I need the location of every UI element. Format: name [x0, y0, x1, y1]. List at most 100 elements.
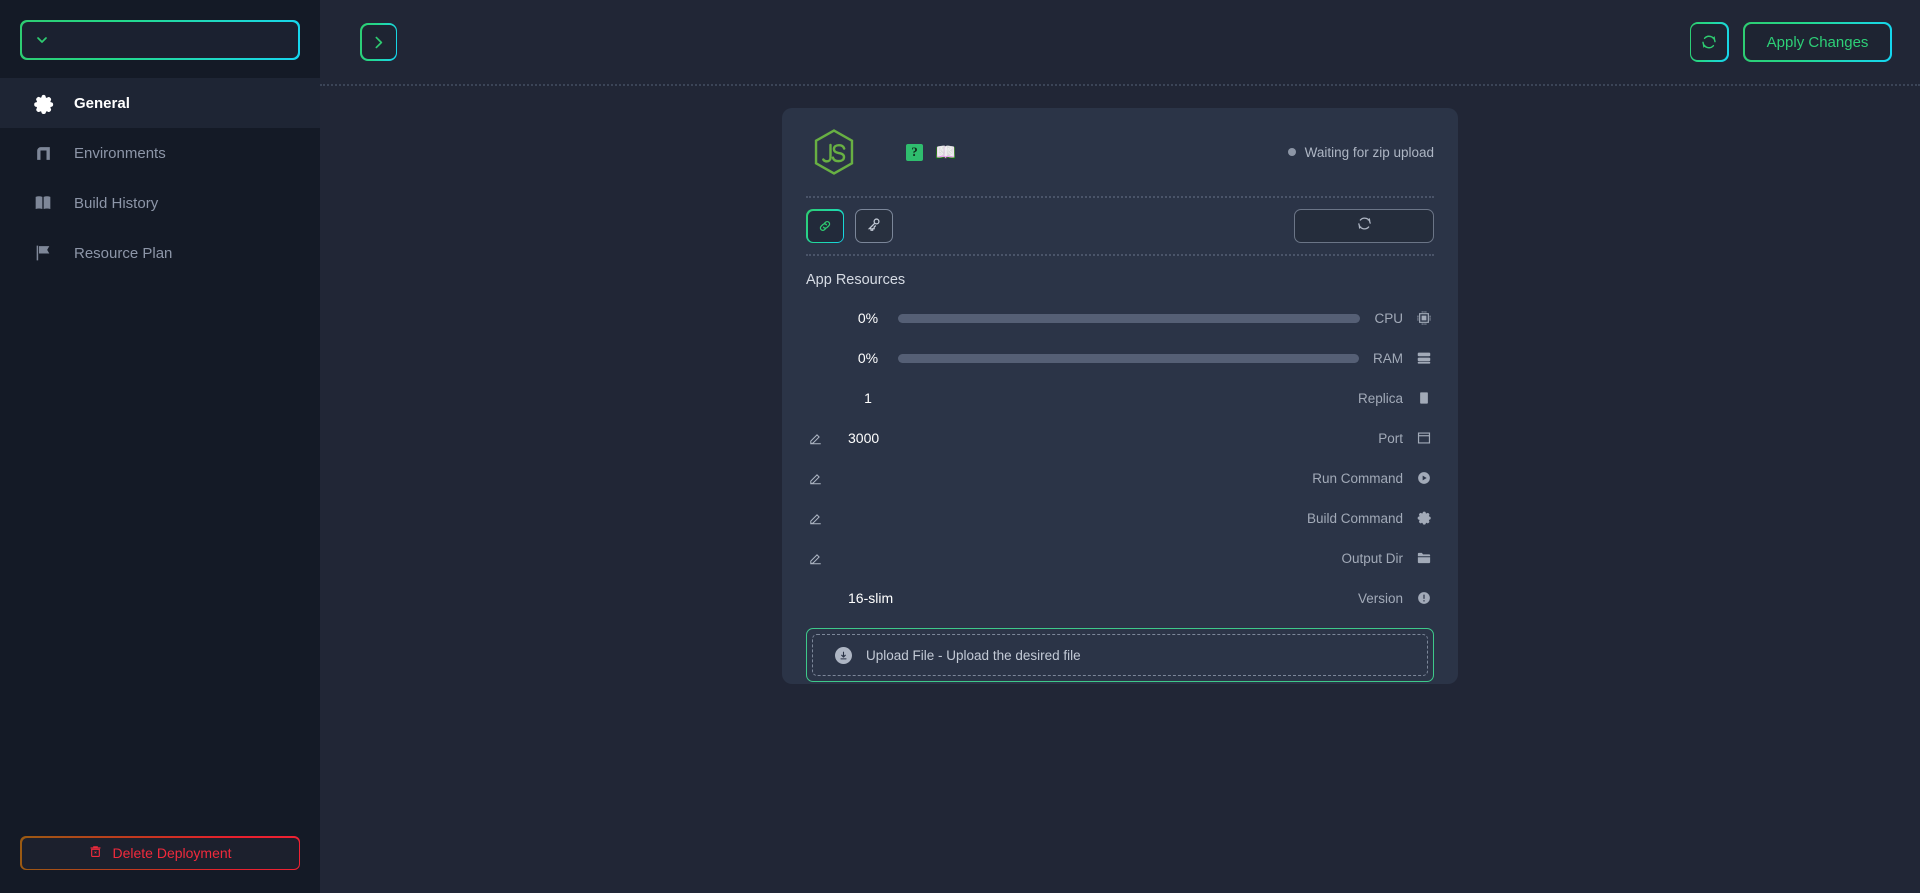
topbar: Apply Changes: [320, 0, 1920, 86]
sidebar-item-build-history[interactable]: Build History: [0, 178, 320, 228]
apply-changes-button[interactable]: Apply Changes: [1743, 22, 1892, 62]
gear-icon: [1415, 510, 1432, 527]
ram-icon: [1415, 350, 1432, 367]
card-toolbar: [802, 198, 1438, 254]
sidebar-collapse-toggle[interactable]: [360, 23, 398, 61]
sidebar-item-label: Environments: [74, 144, 166, 162]
section-title-app-resources: App Resources: [806, 272, 906, 288]
link-icon: [807, 210, 843, 242]
key-tool-button[interactable]: [855, 209, 893, 243]
port-label: Port: [1378, 430, 1403, 446]
key-icon: [866, 216, 882, 237]
deployment-card: ? 📖 Waiting for zip upload App Resources…: [782, 108, 1458, 684]
resource-row-run-command: Run Command: [802, 458, 1438, 498]
sidebar-item-resource-plan[interactable]: Resource Plan: [0, 228, 320, 278]
sidebar-item-label: Build History: [74, 194, 159, 212]
card-area: ? 📖 Waiting for zip upload App Resources…: [320, 86, 1920, 893]
sidebar-nav: General Environments Build History Resou…: [0, 78, 320, 278]
upload-file-inner[interactable]: Upload File - Upload the desired file: [812, 634, 1428, 676]
output-dir-label: Output Dir: [1341, 550, 1403, 566]
status-dot-icon: [1287, 148, 1296, 156]
chevron-down-icon: [34, 32, 50, 48]
link-tool-button[interactable]: [806, 209, 844, 243]
cpu-label: CPU: [1374, 310, 1403, 326]
row-meta: Port: [1378, 430, 1432, 447]
topbar-actions: Apply Changes: [1689, 22, 1892, 62]
upload-file-dropzone[interactable]: Upload File - Upload the desired file: [806, 628, 1434, 682]
delete-deployment-label: Delete Deployment: [112, 845, 232, 861]
refresh-button[interactable]: [1689, 22, 1730, 62]
version-label: Version: [1357, 590, 1403, 606]
play-icon: [1415, 470, 1432, 487]
row-meta: Build Command: [1307, 510, 1432, 527]
upload-file-label: Upload File - Upload the desired file: [866, 647, 1081, 663]
refresh-icon: [1691, 24, 1728, 60]
port-value: 3000: [848, 430, 880, 446]
app-root: General Environments Build History Resou…: [0, 0, 1920, 893]
status-badge: Waiting for zip upload: [1287, 144, 1434, 160]
replica-label: Replica: [1357, 390, 1403, 406]
row-meta: RAM: [1373, 350, 1432, 367]
sidebar-item-label: Resource Plan: [74, 244, 173, 262]
ram-progress-bar: [898, 353, 1359, 363]
window-icon: [1415, 430, 1432, 447]
sidebar-item-environments[interactable]: Environments: [0, 128, 320, 178]
row-meta: CPU: [1374, 310, 1432, 327]
resource-row-ram: 0% RAM: [802, 338, 1438, 378]
download-circle-icon: [835, 646, 852, 664]
version-value: 16-slim: [848, 590, 894, 606]
row-meta: Run Command: [1312, 470, 1432, 487]
replica-icon: [1415, 390, 1432, 407]
docs-book-icon[interactable]: 📖: [935, 144, 956, 161]
row-edit-slot: [808, 431, 848, 446]
trash-delete-icon: [88, 844, 103, 862]
sidebar-item-label: General: [74, 94, 130, 112]
edit-build-command-icon[interactable]: [808, 511, 823, 526]
replica-value: 1: [864, 390, 872, 406]
delete-deployment-inner[interactable]: Delete Deployment: [21, 837, 299, 869]
row-meta: Replica: [1358, 390, 1432, 407]
edit-output-dir-icon[interactable]: [808, 551, 823, 566]
folder-icon: [1415, 550, 1432, 567]
delete-deployment-button[interactable]: Delete Deployment: [20, 836, 300, 870]
flag-icon: [32, 242, 54, 264]
cpu-value: 0%: [857, 310, 879, 326]
edit-port-icon[interactable]: [808, 431, 823, 446]
row-edit-slot: [808, 551, 848, 566]
gear-icon: [32, 92, 54, 114]
resource-row-cpu: 0% CPU: [802, 298, 1438, 338]
database-icon: [32, 142, 54, 164]
row-edit-slot: [808, 511, 848, 526]
book-icon: [32, 192, 54, 214]
sync-button[interactable]: [1294, 209, 1434, 243]
apply-changes-label: Apply Changes: [1744, 24, 1891, 60]
run-command-label: Run Command: [1312, 470, 1403, 486]
card-header-badges: ? 📖: [906, 143, 956, 161]
edit-run-command-icon[interactable]: [808, 471, 823, 486]
deployment-select-inner[interactable]: [21, 21, 299, 59]
chevron-right-icon: [361, 25, 396, 59]
ram-value: 0%: [857, 350, 879, 366]
card-header: ? 📖 Waiting for zip upload: [802, 108, 1438, 196]
sidebar: General Environments Build History Resou…: [0, 0, 320, 893]
resource-row-replica: 1 Replica: [802, 378, 1438, 418]
build-command-label: Build Command: [1306, 510, 1403, 526]
row-edit-slot: [808, 471, 848, 486]
cpu-progress-bar: [898, 313, 1361, 323]
resource-row-port: 3000 Port: [802, 418, 1438, 458]
sidebar-item-general[interactable]: General: [0, 78, 320, 128]
nodejs-logo: [806, 124, 862, 180]
ram-label: RAM: [1373, 350, 1403, 366]
info-icon: [1415, 590, 1432, 607]
resource-row-output-dir: Output Dir: [802, 538, 1438, 578]
status-text: Waiting for zip upload: [1304, 144, 1434, 160]
deployment-select[interactable]: [20, 20, 300, 60]
main-content: Apply Changes ? 📖 Waiting for zip upload…: [320, 0, 1920, 893]
resource-row-version: 16-slim Version: [802, 578, 1438, 618]
row-meta: Version: [1358, 590, 1432, 607]
cpu-icon: [1415, 310, 1432, 327]
resource-row-build-command: Build Command: [802, 498, 1438, 538]
sync-icon: [1356, 215, 1373, 237]
help-badge-icon[interactable]: ?: [906, 143, 923, 161]
row-meta: Output Dir: [1341, 550, 1432, 567]
